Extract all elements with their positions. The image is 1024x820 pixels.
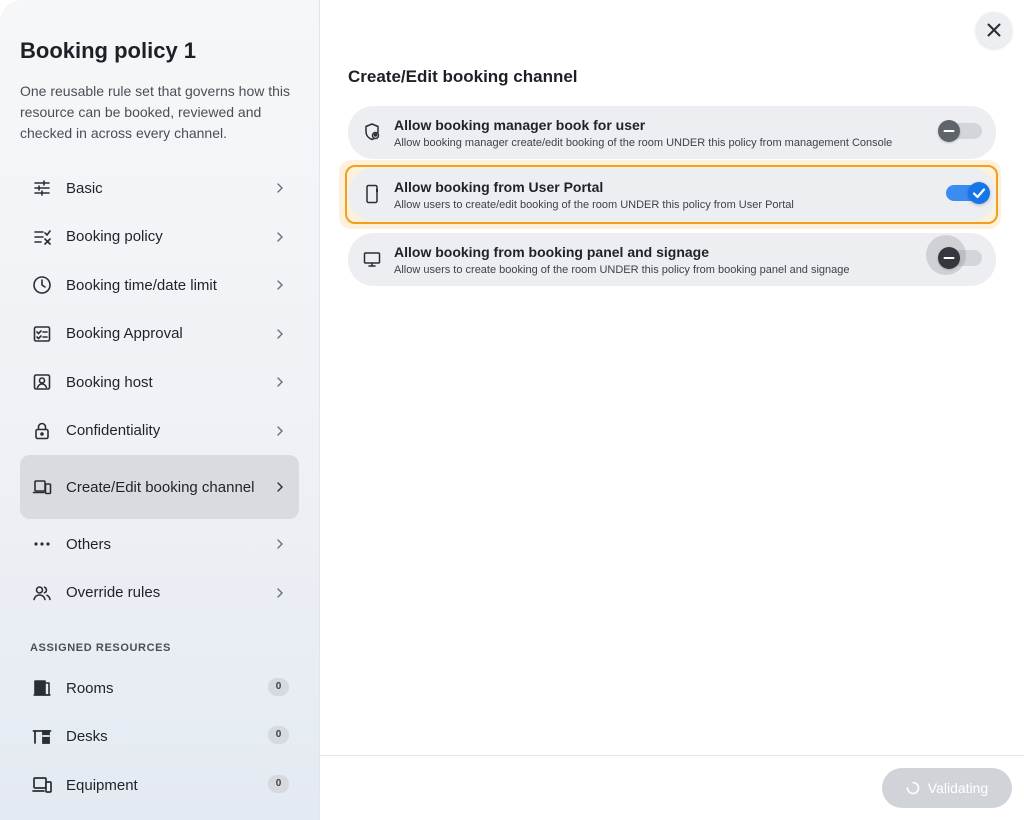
chevron-right-icon	[277, 183, 283, 193]
resource-count-badge: 0	[268, 775, 289, 793]
chevron-right-icon	[277, 329, 283, 339]
equipment-icon	[32, 777, 52, 793]
manager-booking-toggle[interactable]	[938, 120, 982, 142]
nav-label: Booking policy	[66, 228, 163, 246]
setting-description: Allow users to create booking of the roo…	[394, 264, 850, 276]
nav-item-booking-channel[interactable]: Create/Edit booking channel	[20, 455, 299, 519]
nav-item-others[interactable]: Others	[20, 520, 299, 569]
nav-label: Confidentiality	[66, 422, 161, 440]
nav-label: Booking host	[66, 373, 153, 391]
minus-icon	[943, 130, 955, 132]
toggle-knob	[938, 120, 960, 142]
nav-item-override-rules[interactable]: Override rules	[20, 569, 299, 618]
resource-desks[interactable]: Desks 0	[20, 716, 299, 756]
nav-item-booking-approval[interactable]: Booking Approval	[20, 310, 299, 359]
setting-title: Allow booking from booking panel and sig…	[394, 244, 710, 260]
lock-icon	[35, 422, 49, 440]
setting-description: Allow booking manager create/edit bookin…	[394, 137, 893, 149]
footer-divider	[320, 755, 1024, 756]
nav-label: Booking time/date limit	[66, 276, 217, 294]
resource-count-badge: 0	[268, 678, 289, 696]
resource-count-badge: 0	[268, 726, 289, 744]
phone-icon	[366, 184, 378, 204]
resource-label: Rooms	[66, 679, 114, 697]
toggle-knob	[968, 182, 990, 204]
user-portal-toggle[interactable]	[946, 182, 990, 204]
settings-nav: Basic Booking policy Booking time/date l…	[20, 164, 299, 617]
close-icon	[987, 23, 1001, 37]
setting-row-user-portal: Allow booking from User Portal Allow use…	[348, 168, 996, 221]
sliders-icon	[34, 180, 50, 197]
minus-icon	[943, 257, 955, 259]
nav-label: Others	[66, 535, 112, 553]
policy-title: Booking policy 1	[20, 38, 197, 63]
chevron-right-icon	[277, 232, 283, 242]
chevron-right-icon	[277, 377, 283, 387]
approval-icon	[33, 325, 51, 342]
setting-row-manager-booking: Allow booking manager book for user Allo…	[348, 106, 996, 159]
nav-item-booking-host[interactable]: Booking host	[20, 358, 299, 407]
settings-sidebar: Booking policy 1 One reusable rule set t…	[0, 0, 320, 820]
nav-item-confidentiality[interactable]: Confidentiality	[20, 407, 299, 456]
chevron-right-icon	[277, 539, 283, 549]
close-button[interactable]	[976, 12, 1012, 48]
resource-equipment[interactable]: Equipment 0	[20, 765, 299, 805]
host-icon	[33, 374, 51, 391]
setting-description: Allow users to create/edit booking of th…	[394, 199, 794, 211]
validate-button[interactable]: Validating	[882, 768, 1012, 808]
desk-icon	[32, 730, 52, 744]
nav-item-booking-policy[interactable]: Booking policy	[20, 213, 299, 262]
chevron-right-icon	[277, 280, 283, 290]
validate-label: Validating	[927, 780, 989, 796]
shield-user-icon	[365, 123, 380, 141]
chevron-right-icon	[277, 588, 283, 598]
setting-title: Allow booking manager book for user	[394, 117, 646, 133]
assigned-resources-heading: ASSIGNED RESOURCES	[30, 642, 171, 654]
setting-row-panel-signage: Allow booking from booking panel and sig…	[348, 233, 996, 286]
nav-label: Create/Edit booking channel	[66, 478, 255, 496]
more-icon	[34, 542, 50, 546]
chevron-right-icon	[277, 426, 283, 436]
nav-label: Basic	[66, 179, 103, 197]
checklist-icon	[34, 229, 51, 245]
policy-description: One reusable rule set that governs how t…	[20, 83, 291, 141]
spinner-icon	[906, 781, 920, 795]
nav-label: Booking Approval	[66, 325, 183, 343]
nav-item-basic[interactable]: Basic	[20, 164, 299, 213]
panel-signage-toggle[interactable]	[926, 235, 982, 275]
devices-icon	[32, 480, 52, 495]
nav-item-time-limit[interactable]: Booking time/date limit	[20, 261, 299, 310]
check-icon	[972, 188, 986, 199]
clock-icon	[33, 276, 51, 295]
users-icon	[33, 585, 51, 601]
section-title: Create/Edit booking channel	[348, 67, 578, 86]
setting-title: Allow booking from User Portal	[394, 179, 604, 195]
resource-rooms[interactable]: Rooms 0	[20, 668, 299, 708]
door-icon	[33, 680, 51, 696]
nav-label: Override rules	[66, 584, 161, 602]
resource-label: Equipment	[66, 776, 138, 794]
toggle-knob	[938, 247, 960, 269]
chevron-right-icon	[277, 482, 283, 492]
resource-label: Desks	[66, 727, 108, 745]
monitor-icon	[363, 252, 381, 267]
